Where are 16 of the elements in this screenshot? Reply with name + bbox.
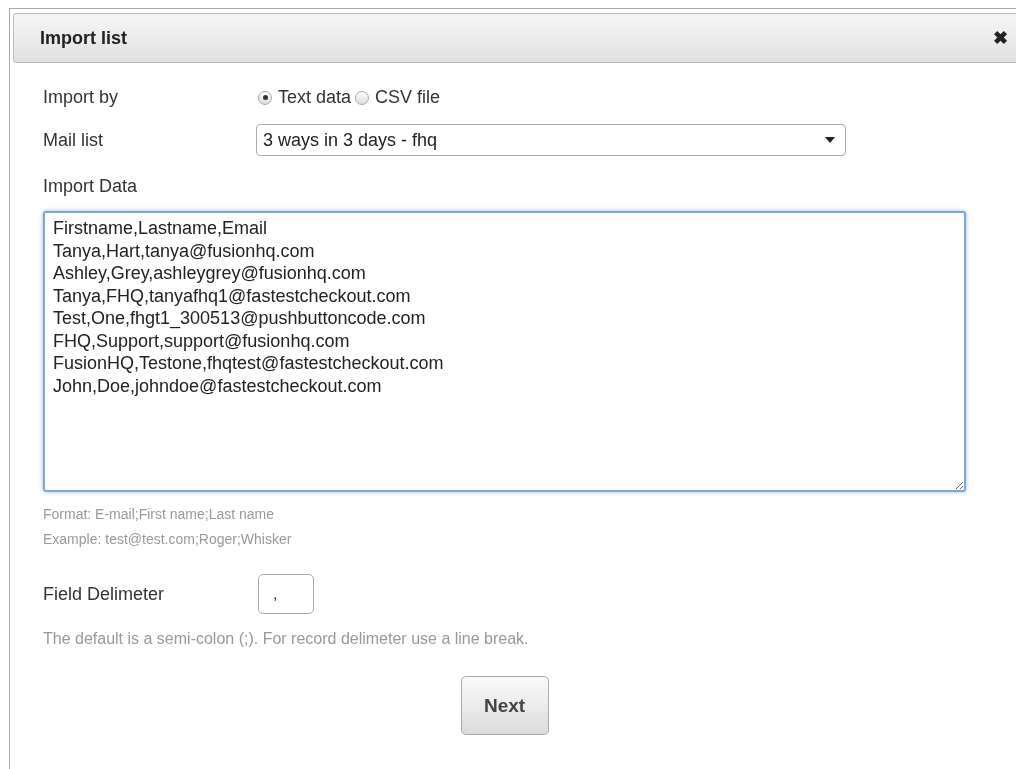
mail-list-label: Mail list xyxy=(43,129,104,151)
format-hint: Example: test@test.com;Roger;Whisker xyxy=(43,530,293,549)
radio-option[interactable]: CSV file xyxy=(355,87,441,108)
radio-option[interactable]: Text data xyxy=(258,87,352,108)
delimiter-help-text: The default is a semi-colon (;). For record delimeter use a line break. xyxy=(43,630,530,648)
import-by-label: Import by xyxy=(43,87,120,108)
caret-icon xyxy=(825,137,835,143)
field-delimiter-label: Field Delimeter xyxy=(43,583,166,605)
format-hint: Format: E-mail;First name;Last name xyxy=(43,505,276,524)
import-data-label: Import Data xyxy=(43,176,139,197)
next-button[interactable]: Next xyxy=(460,676,549,735)
field-delimiter-input[interactable]: , xyxy=(258,574,314,614)
close-button[interactable]: ✖ xyxy=(993,27,1008,49)
import-data-field[interactable]: Firstname,Lastname,Email Tanya,Hart,tanya@fusionhq.com Ashley,Grey,ashleygrey@fusionhq.com Tanya,FHQ,tanyafhq1@fastestcheckout.com Test,One,fhgt1_300513@pushbuttoncode.com FHQ,Support,support@fusionhq.com FusionHQ,Testone,fhqtest@fastestcheckout.com John,Doe,johndoe@fastestcheckout.com xyxy=(43,211,966,492)
dialog-title: Import list xyxy=(40,27,127,49)
mail-list-dropdown[interactable]: 3 ways in 3 days - fhq xyxy=(256,124,846,156)
